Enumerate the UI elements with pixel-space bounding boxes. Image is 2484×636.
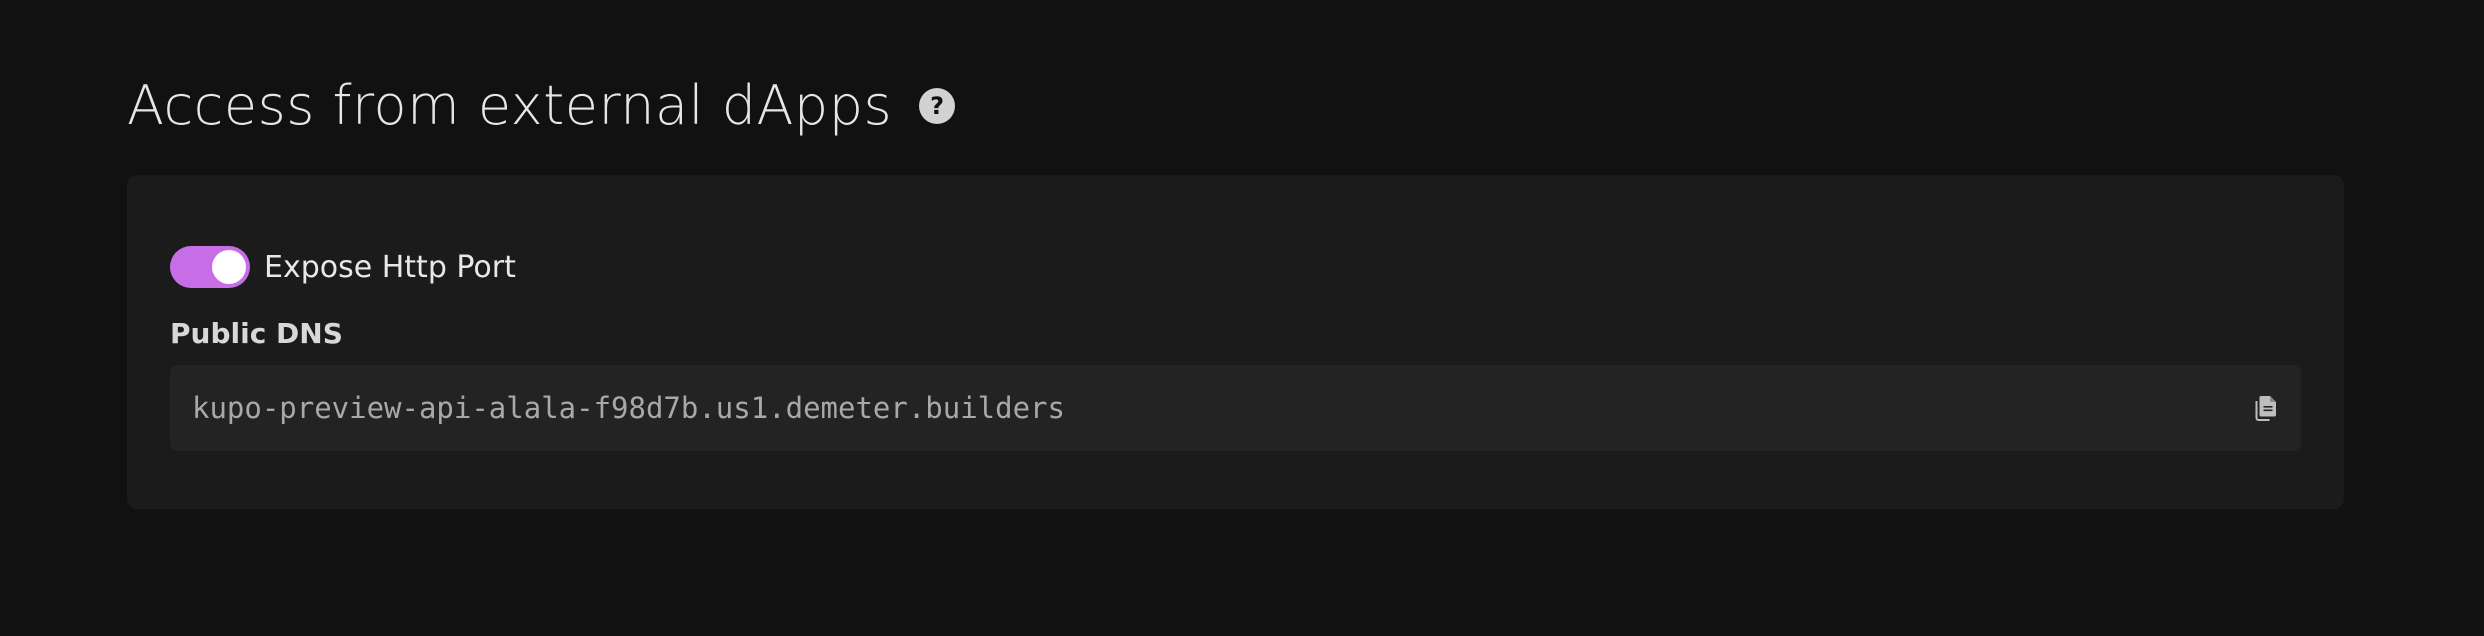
expose-http-port-row: Expose Http Port	[170, 246, 516, 288]
toggle-label: Expose Http Port	[264, 249, 516, 285]
section-header: Access from external dApps ?	[127, 70, 956, 142]
public-dns-field: kupo-preview-api-alala-f98d7b.us1.demete…	[170, 365, 2301, 451]
expose-http-port-toggle[interactable]	[170, 246, 250, 288]
external-access-card: Expose Http Port Public DNS kupo-preview…	[127, 175, 2344, 509]
toggle-knob	[212, 250, 246, 284]
page-title: Access from external dApps	[127, 74, 893, 137]
question-circle-icon[interactable]: ?	[919, 88, 956, 124]
copy-icon[interactable]	[2251, 393, 2281, 423]
public-dns-value[interactable]: kupo-preview-api-alala-f98d7b.us1.demete…	[192, 391, 2251, 425]
public-dns-label: Public DNS	[170, 317, 343, 350]
